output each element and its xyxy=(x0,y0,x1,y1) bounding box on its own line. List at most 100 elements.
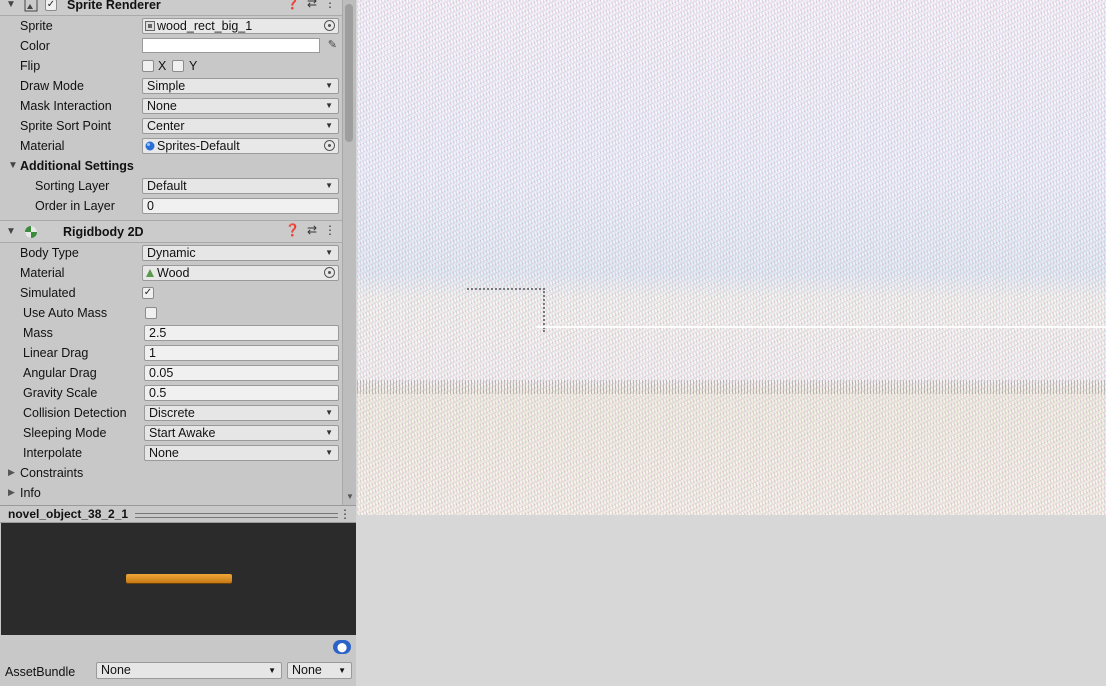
sorting-layer-label: Sorting Layer xyxy=(35,179,110,193)
chevron-down-icon: ▼ xyxy=(325,448,333,457)
sprite-label: Sprite xyxy=(20,19,53,33)
body-type-row: Body Type Dynamic ▼ xyxy=(0,243,342,263)
sleeping-label: Sleeping Mode xyxy=(23,426,107,440)
flip-x-label: X xyxy=(158,59,167,73)
linear-drag-input[interactable]: 1 xyxy=(144,345,339,361)
mass-row: Mass 2.5 xyxy=(0,323,342,343)
scene-object-outline xyxy=(467,288,545,332)
mask-label: Mask Interaction xyxy=(20,99,112,113)
chevron-down-icon: ▼ xyxy=(325,81,333,90)
sleeping-dropdown[interactable]: Start Awake ▼ xyxy=(144,425,339,441)
interpolate-dropdown[interactable]: None ▼ xyxy=(144,445,339,461)
sort-point-dropdown[interactable]: Center ▼ xyxy=(142,118,339,134)
body-type-label: Body Type xyxy=(20,246,79,260)
help-icon[interactable]: ❓ xyxy=(285,0,300,10)
kebab-menu-icon[interactable]: ⋮ xyxy=(339,507,351,521)
mask-value: None xyxy=(147,99,177,113)
linear-drag-label: Linear Drag xyxy=(23,346,89,360)
body-type-dropdown[interactable]: Dynamic ▼ xyxy=(142,245,339,261)
object-picker-icon[interactable] xyxy=(324,267,335,278)
simulated-checkbox[interactable]: ✓ xyxy=(142,287,154,299)
auto-mass-checkbox[interactable] xyxy=(145,307,157,319)
info-label: Info xyxy=(20,486,41,500)
sprite-row: Sprite wood_rect_big_1 xyxy=(0,16,342,36)
angular-drag-row: Angular Drag 0.05 xyxy=(0,363,342,383)
eyedropper-icon[interactable]: ✎ xyxy=(328,38,337,51)
kebab-menu-icon[interactable]: ⋮ xyxy=(324,223,336,237)
auto-mass-row: Use Auto Mass xyxy=(0,303,342,323)
rb-material-field[interactable]: Wood xyxy=(142,265,339,281)
info-foldout[interactable]: ▶ Info xyxy=(0,483,342,503)
draw-mode-label: Draw Mode xyxy=(20,79,84,93)
material-field[interactable]: Sprites-Default xyxy=(142,138,339,154)
scrollbar-thumb[interactable] xyxy=(345,4,353,142)
linear-drag-row: Linear Drag 1 xyxy=(0,343,342,363)
object-picker-icon[interactable] xyxy=(324,20,335,31)
mass-input[interactable]: 2.5 xyxy=(144,325,339,341)
mask-dropdown[interactable]: None ▼ xyxy=(142,98,339,114)
collision-dropdown[interactable]: Discrete ▼ xyxy=(144,405,339,421)
fold-arrow-icon[interactable]: ▶ xyxy=(8,467,15,478)
asset-bundle-variant-dropdown[interactable]: None ▼ xyxy=(287,662,352,679)
rb-material-row: Material Wood xyxy=(0,263,342,283)
preset-icon[interactable]: ⇄ xyxy=(307,223,317,237)
draw-mode-value: Simple xyxy=(147,79,186,93)
gravity-input[interactable]: 0.5 xyxy=(144,385,339,401)
chevron-down-icon: ▼ xyxy=(325,181,333,190)
object-picker-icon[interactable] xyxy=(324,140,335,151)
rb-material-value: Wood xyxy=(157,266,190,280)
wood-plank-preview xyxy=(126,574,232,583)
fold-arrow-icon[interactable]: ▶ xyxy=(8,487,15,498)
draw-mode-dropdown[interactable]: Simple ▼ xyxy=(142,78,339,94)
scroll-down-arrow-icon[interactable]: ▼ xyxy=(346,492,354,501)
constraints-foldout[interactable]: ▶ Constraints xyxy=(0,463,342,483)
help-icon[interactable]: ❓ xyxy=(285,223,300,237)
chevron-down-icon: ▼ xyxy=(268,666,276,675)
asset-bundle-bar: AssetBundle None ▼ None ▼ xyxy=(0,659,356,686)
fold-arrow-icon[interactable]: ▼ xyxy=(0,226,20,237)
simulated-row: Simulated ✓ xyxy=(0,283,342,303)
rigidbody-header[interactable]: ▼ Rigidbody 2D ❓ ⇄ ⋮ xyxy=(0,220,342,243)
angular-drag-label: Angular Drag xyxy=(23,366,97,380)
fold-arrow-icon[interactable]: ▼ xyxy=(0,0,20,10)
fold-arrow-icon[interactable]: ▼ xyxy=(8,160,18,171)
asset-bundle-name-dropdown[interactable]: None ▼ xyxy=(96,662,282,679)
scene-view[interactable] xyxy=(357,0,1106,515)
sprite-renderer-enabled-checkbox[interactable]: ✓ xyxy=(45,0,57,11)
resize-grip[interactable] xyxy=(135,513,338,518)
additional-settings-foldout[interactable]: ▼ Additional Settings xyxy=(0,156,342,176)
draw-mode-row: Draw Mode Simple ▼ xyxy=(0,76,342,96)
simulated-label: Simulated xyxy=(20,286,76,300)
chevron-down-icon: ▼ xyxy=(338,666,346,675)
sorting-layer-dropdown[interactable]: Default ▼ xyxy=(142,178,339,194)
tag-icon[interactable]: ⬤ xyxy=(333,640,351,654)
order-in-layer-row: Order in Layer 0 xyxy=(0,196,342,216)
sprite-renderer-header[interactable]: ▼ ✓ Sprite Renderer ❓ ⇄ ⋮ xyxy=(0,0,342,16)
preset-icon[interactable]: ⇄ xyxy=(307,0,317,10)
scene-highlight-line xyxy=(537,326,1106,328)
flip-row: Flip X Y xyxy=(0,56,342,76)
kebab-menu-icon[interactable]: ⋮ xyxy=(324,0,336,10)
inspector-scroll-area[interactable]: ▼ ✓ Sprite Renderer ❓ ⇄ ⋮ Sprite wood_re… xyxy=(0,0,342,505)
order-in-layer-input[interactable]: 0 xyxy=(142,198,339,214)
rigidbody-icon xyxy=(23,224,39,240)
color-swatch[interactable] xyxy=(142,38,320,53)
preview-header[interactable]: novel_object_38_2_1 ⋮ xyxy=(0,505,356,523)
rb-material-label: Material xyxy=(20,266,65,280)
material-row: Material Sprites-Default xyxy=(0,136,342,156)
sorting-layer-value: Default xyxy=(147,179,187,193)
material-value: Sprites-Default xyxy=(157,139,240,153)
sprite-value: wood_rect_big_1 xyxy=(157,19,253,33)
flip-y-checkbox[interactable] xyxy=(172,60,184,72)
angular-drag-input[interactable]: 0.05 xyxy=(144,365,339,381)
order-in-layer-label: Order in Layer xyxy=(35,199,115,213)
sprite-field[interactable]: wood_rect_big_1 xyxy=(142,18,339,34)
additional-settings-title: Additional Settings xyxy=(20,159,134,173)
scene-ground xyxy=(357,380,1106,394)
chevron-down-icon: ▼ xyxy=(325,408,333,417)
chevron-down-icon: ▼ xyxy=(325,121,333,130)
interpolate-label: Interpolate xyxy=(23,446,83,460)
flip-x-checkbox[interactable] xyxy=(142,60,154,72)
inspector-scrollbar[interactable]: ▼ xyxy=(342,0,356,505)
sleeping-row: Sleeping Mode Start Awake ▼ xyxy=(0,423,342,443)
